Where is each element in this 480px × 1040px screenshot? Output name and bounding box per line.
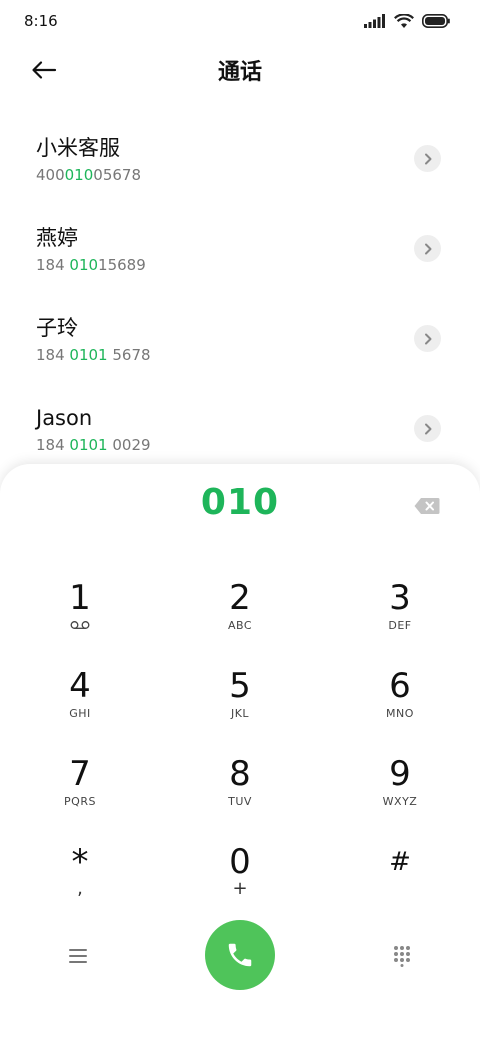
key-7[interactable]: 7 PQRS [0, 750, 160, 838]
key-digit: 8 [229, 754, 251, 794]
key-digit: 9 [389, 754, 411, 794]
key-2[interactable]: 2 ABC [160, 574, 320, 662]
status-bar: 8:16 [0, 0, 480, 42]
phone-icon [228, 943, 252, 967]
contact-details-button[interactable] [414, 235, 441, 262]
key-digit: 6 [389, 666, 411, 706]
key-4[interactable]: 4 GHI [0, 662, 160, 750]
back-button[interactable] [26, 54, 62, 86]
key-letters: ABC [227, 619, 253, 632]
key-digit: 7 [69, 754, 91, 794]
key-letters: + [232, 878, 248, 899]
keypad-toggle-button[interactable] [390, 944, 414, 968]
voicemail-icon [70, 621, 90, 629]
header: 通话 [0, 42, 480, 98]
key-letters: DEF [388, 619, 412, 632]
status-time: 8:16 [24, 12, 58, 30]
key-8[interactable]: 8 TUV [160, 750, 320, 838]
key-digit: 4 [69, 666, 91, 706]
key-9[interactable]: 9 WXYZ [320, 750, 480, 838]
call-button[interactable] [205, 920, 275, 990]
page-title: 通话 [217, 60, 262, 85]
contact-list: 小米客服 40001005678 燕婷 184 01015689 子玲 184 … [0, 120, 480, 480]
chevron-right-icon [424, 333, 431, 344]
chevron-right-icon [424, 153, 431, 164]
dialpad-icon [394, 946, 410, 967]
key-digit: 3 [389, 578, 411, 618]
signal-icon [364, 14, 385, 28]
key-letters: MNO [386, 707, 414, 720]
key-hash[interactable]: # [320, 838, 480, 926]
key-digit: 5 [229, 666, 251, 706]
arrow-left-icon [32, 61, 57, 79]
key-letters: TUV [228, 795, 252, 808]
chevron-right-icon [424, 423, 431, 434]
status-icons [364, 13, 450, 29]
key-letters: GHI [69, 707, 91, 720]
contact-item[interactable]: 燕婷 184 01015689 [0, 210, 480, 300]
key-digit: 2 [229, 578, 251, 618]
backspace-button[interactable] [412, 494, 442, 518]
key-letters: , [77, 878, 83, 899]
key-digit: 0 [229, 842, 251, 882]
key-3[interactable]: 3 DEF [320, 574, 480, 662]
key-1[interactable]: 1 [0, 574, 160, 662]
backspace-icon [414, 498, 440, 514]
key-digit: # [389, 847, 411, 877]
contact-details-button[interactable] [414, 415, 441, 442]
dialer-bottom-bar [0, 920, 480, 992]
key-letters: PQRS [64, 795, 96, 808]
contact-details-button[interactable] [414, 145, 441, 172]
contact-item[interactable]: 子玲 184 0101 5678 [0, 300, 480, 390]
contact-number: 40001005678 [36, 166, 141, 184]
key-digit: 1 [69, 578, 91, 618]
key-0[interactable]: 0 + [160, 838, 320, 926]
key-digit: * [71, 842, 89, 882]
contact-number: 184 0101 5678 [36, 346, 151, 364]
menu-icon [69, 949, 87, 963]
chevron-right-icon [424, 243, 431, 254]
menu-button[interactable] [66, 944, 90, 968]
dial-input[interactable]: 010 [0, 482, 480, 523]
key-letters: WXYZ [382, 795, 418, 808]
key-6[interactable]: 6 MNO [320, 662, 480, 750]
dialer-panel: 010 1 2 ABC 3 DEF 4 GHI 5 JKL 6 MNO 7 PQ… [0, 464, 480, 1040]
keypad: 1 2 ABC 3 DEF 4 GHI 5 JKL 6 MNO 7 PQRS 8… [0, 574, 480, 926]
key-letters: JKL [230, 707, 250, 720]
key-5[interactable]: 5 JKL [160, 662, 320, 750]
battery-icon [422, 14, 450, 28]
key-star[interactable]: * , [0, 838, 160, 926]
wifi-icon [394, 13, 414, 28]
contact-number: 184 01015689 [36, 256, 146, 274]
contact-item[interactable]: 小米客服 40001005678 [0, 120, 480, 210]
contact-details-button[interactable] [414, 325, 441, 352]
contact-number: 184 0101 0029 [36, 436, 151, 454]
